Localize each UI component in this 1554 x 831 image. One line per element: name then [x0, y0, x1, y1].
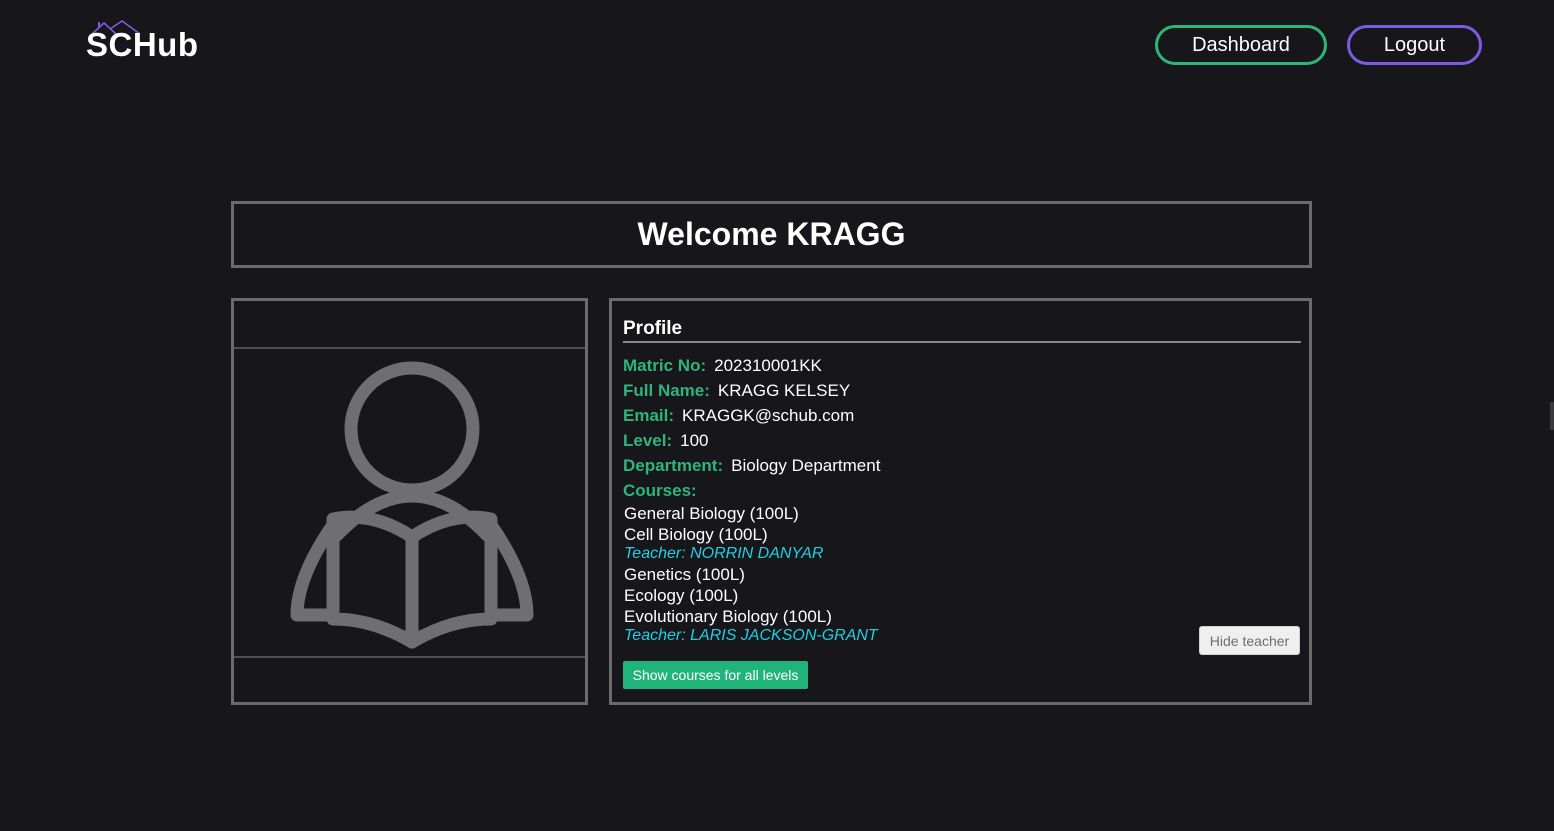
department-label: Department:	[623, 456, 724, 475]
courses-label: Courses:	[623, 481, 697, 500]
welcome-title: Welcome KRAGG	[637, 216, 906, 252]
matric-no-label: Matric No:	[623, 356, 707, 375]
level-field: Level: 100	[623, 431, 709, 451]
course-item: Cell Biology (100L)	[624, 525, 768, 544]
profile-divider	[623, 341, 1301, 343]
email-label: Email:	[623, 406, 675, 425]
courses-field: Courses:	[623, 481, 705, 501]
logo[interactable]: SCHub	[86, 20, 206, 66]
logout-button[interactable]: Logout	[1347, 25, 1482, 65]
page: SCHub Dashboard Logout Welcome KRAGG Pro…	[0, 0, 1554, 831]
avatar-divider-bottom	[234, 656, 585, 658]
dashboard-button[interactable]: Dashboard	[1155, 25, 1327, 65]
department-value: Biology Department	[731, 456, 881, 475]
scrollbar-marker[interactable]	[1550, 402, 1554, 430]
level-value: 100	[680, 431, 709, 450]
full-name-field: Full Name: KRAGG KELSEY	[623, 381, 850, 401]
hide-teacher-button[interactable]: Hide teacher	[1199, 626, 1300, 655]
course-teacher: Teacher: LARIS JACKSON-GRANT	[624, 627, 878, 644]
email-value: KRAGGK@schub.com	[682, 406, 855, 425]
course-item: General Biology (100L)	[624, 504, 799, 523]
course-item: Ecology (100L)	[624, 586, 739, 605]
avatar-divider-top	[234, 347, 585, 349]
reader-avatar-icon	[290, 361, 534, 649]
course-teacher: Teacher: NORRIN DANYAR	[624, 545, 824, 562]
avatar-card	[231, 298, 588, 705]
welcome-banner: Welcome KRAGG	[231, 201, 1312, 268]
profile-title: Profile	[623, 318, 683, 339]
logo-text: SCHub	[86, 26, 199, 63]
department-field: Department: Biology Department	[623, 456, 880, 476]
full-name-label: Full Name:	[623, 381, 710, 400]
matric-no-field: Matric No: 202310001KK	[623, 356, 822, 376]
level-label: Level:	[623, 431, 673, 450]
course-item: Genetics (100L)	[624, 565, 745, 584]
email-field: Email: KRAGGK@schub.com	[623, 406, 854, 426]
full-name-value: KRAGG KELSEY	[717, 381, 851, 400]
matric-no-value: 202310001KK	[714, 356, 822, 375]
show-all-levels-button[interactable]: Show courses for all levels	[623, 661, 808, 689]
profile-card: Profile Matric No: 202310001KK Full Name:…	[609, 298, 1312, 705]
course-item: Evolutionary Biology (100L)	[624, 607, 832, 626]
